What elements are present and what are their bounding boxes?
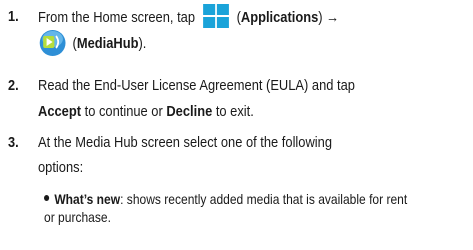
step-text: From the Home screen, tap — [38, 8, 196, 26]
instruction-page: 1. From the Home screen, tap (Applicatio… — [0, 0, 473, 250]
mediahub-label: MediaHub — [76, 34, 139, 52]
bullet-line-2: or purchase. — [44, 209, 111, 225]
step-3-line-2: options: — [38, 159, 84, 176]
step-number: 3. — [8, 135, 19, 151]
bullet-line-1: What’s new: shows recently added media t… — [44, 190, 407, 209]
step-text: to continue or — [81, 103, 167, 120]
step-3-line-1: At the Media Hub screen select one of th… — [38, 134, 333, 151]
bullet-text: : shows recently added media that is ava… — [120, 191, 408, 207]
step-2-line-1: Read the End-User License Agreement (EUL… — [38, 77, 355, 94]
applications-icon — [202, 3, 230, 29]
bullet-icon — [44, 195, 50, 202]
step-number: 1. — [8, 9, 19, 25]
mediahub-icon — [38, 27, 67, 57]
accept-label: Accept — [38, 103, 82, 120]
step-1-line-2: (MediaHub). — [38, 29, 146, 59]
decline-label: Decline — [166, 103, 213, 120]
step-text: ). — [138, 34, 147, 52]
step-2-line-2: Accept to continue or Decline to exit. — [38, 100, 254, 124]
applications-label: Applications — [240, 8, 319, 26]
step-text: to exit. — [212, 103, 254, 120]
bullet-term: What’s new — [54, 191, 121, 207]
step-1-line-1: From the Home screen, tap (Applications)… — [38, 3, 340, 31]
step-number: 2. — [8, 78, 19, 94]
step-text: ) → — [318, 8, 340, 26]
